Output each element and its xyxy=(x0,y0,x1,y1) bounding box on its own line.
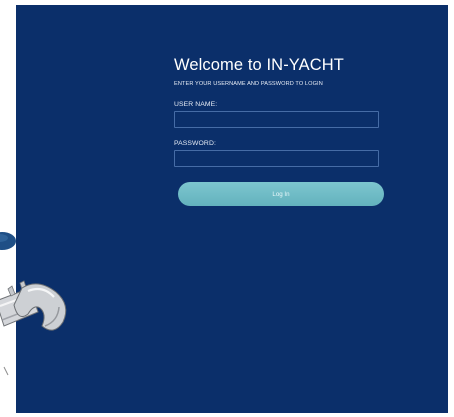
username-label: USER NAME: xyxy=(174,101,218,108)
password-input[interactable] xyxy=(174,150,379,167)
login-form: Welcome to IN-YACHT ENTER YOUR USERNAME … xyxy=(174,55,400,206)
login-instructions: ENTER YOUR USERNAME AND PASSWORD TO LOGI… xyxy=(174,81,323,87)
password-label: PASSWORD: xyxy=(174,140,216,147)
page-title: Welcome to IN-YACHT xyxy=(174,56,344,74)
login-page: Welcome to IN-YACHT ENTER YOUR USERNAME … xyxy=(0,0,454,417)
blue-ellipse-icon xyxy=(0,232,16,250)
login-panel: Welcome to IN-YACHT ENTER YOUR USERNAME … xyxy=(16,5,448,413)
username-input[interactable] xyxy=(174,111,379,128)
login-button[interactable]: Log In xyxy=(178,182,384,206)
divider-mark xyxy=(3,366,9,376)
